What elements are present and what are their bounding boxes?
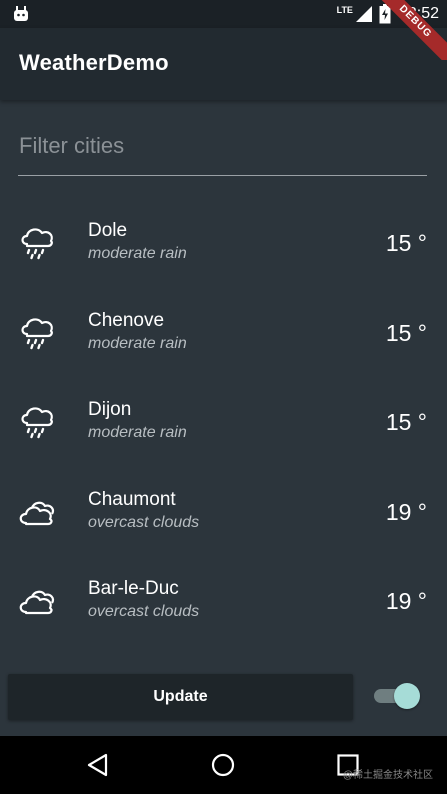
home-icon[interactable] xyxy=(211,753,235,777)
list-item[interactable]: Dole moderate rain 15 ° xyxy=(0,198,447,288)
weather-description: moderate rain xyxy=(88,245,187,262)
weather-description: moderate rain xyxy=(88,424,187,442)
auto-update-toggle[interactable] xyxy=(374,683,420,709)
city-name: Dole xyxy=(88,220,128,241)
overcast-cloud-icon xyxy=(19,591,54,615)
city-name: Chaumont xyxy=(88,488,176,510)
list-item[interactable]: Dijon moderate rain 15 ° xyxy=(0,377,447,467)
list-item[interactable]: Bar-le-Duc overcast clouds 19 ° xyxy=(0,556,447,646)
overcast-cloud-icon xyxy=(19,501,54,525)
rain-cloud-icon xyxy=(21,228,53,260)
temperature: 19 ° xyxy=(385,588,427,615)
weather-description: moderate rain xyxy=(88,334,187,352)
temperature: 19 ° xyxy=(385,498,427,525)
rain-cloud-icon xyxy=(21,317,53,349)
city-name: Bar-le-Duc xyxy=(88,578,179,600)
temperature: 15 ° xyxy=(385,319,427,346)
network-type-label: LTE xyxy=(336,5,353,15)
temperature: 15 ° xyxy=(385,409,427,436)
filter-cities-input[interactable] xyxy=(18,128,427,176)
city-name: Dijon xyxy=(88,399,132,421)
city-list: Dole moderate rain 15 ° Chenove moderate… xyxy=(0,198,447,646)
toggle-thumb xyxy=(394,683,420,709)
system-nav-bar: @稀土掘金技术社区 xyxy=(0,736,447,794)
debug-banner-label: DEBUG xyxy=(367,0,447,60)
city-name: Chenove xyxy=(88,309,165,331)
android-notification-icon xyxy=(14,6,28,21)
debug-banner: DEBUG xyxy=(367,0,447,60)
temperature: 15 ° xyxy=(385,230,427,256)
weather-description: overcast clouds xyxy=(88,603,200,621)
rain-cloud-icon xyxy=(21,407,53,439)
update-button[interactable]: Update xyxy=(8,674,353,720)
weather-description: overcast clouds xyxy=(88,513,200,531)
page-title: WeatherDemo xyxy=(19,50,169,75)
back-icon[interactable] xyxy=(86,753,110,777)
watermark: @稀土掘金技术社区 xyxy=(342,770,433,781)
list-item[interactable]: Chaumont overcast clouds 19 ° xyxy=(0,467,447,557)
list-item[interactable]: Chenove moderate rain 15 ° xyxy=(0,288,447,378)
